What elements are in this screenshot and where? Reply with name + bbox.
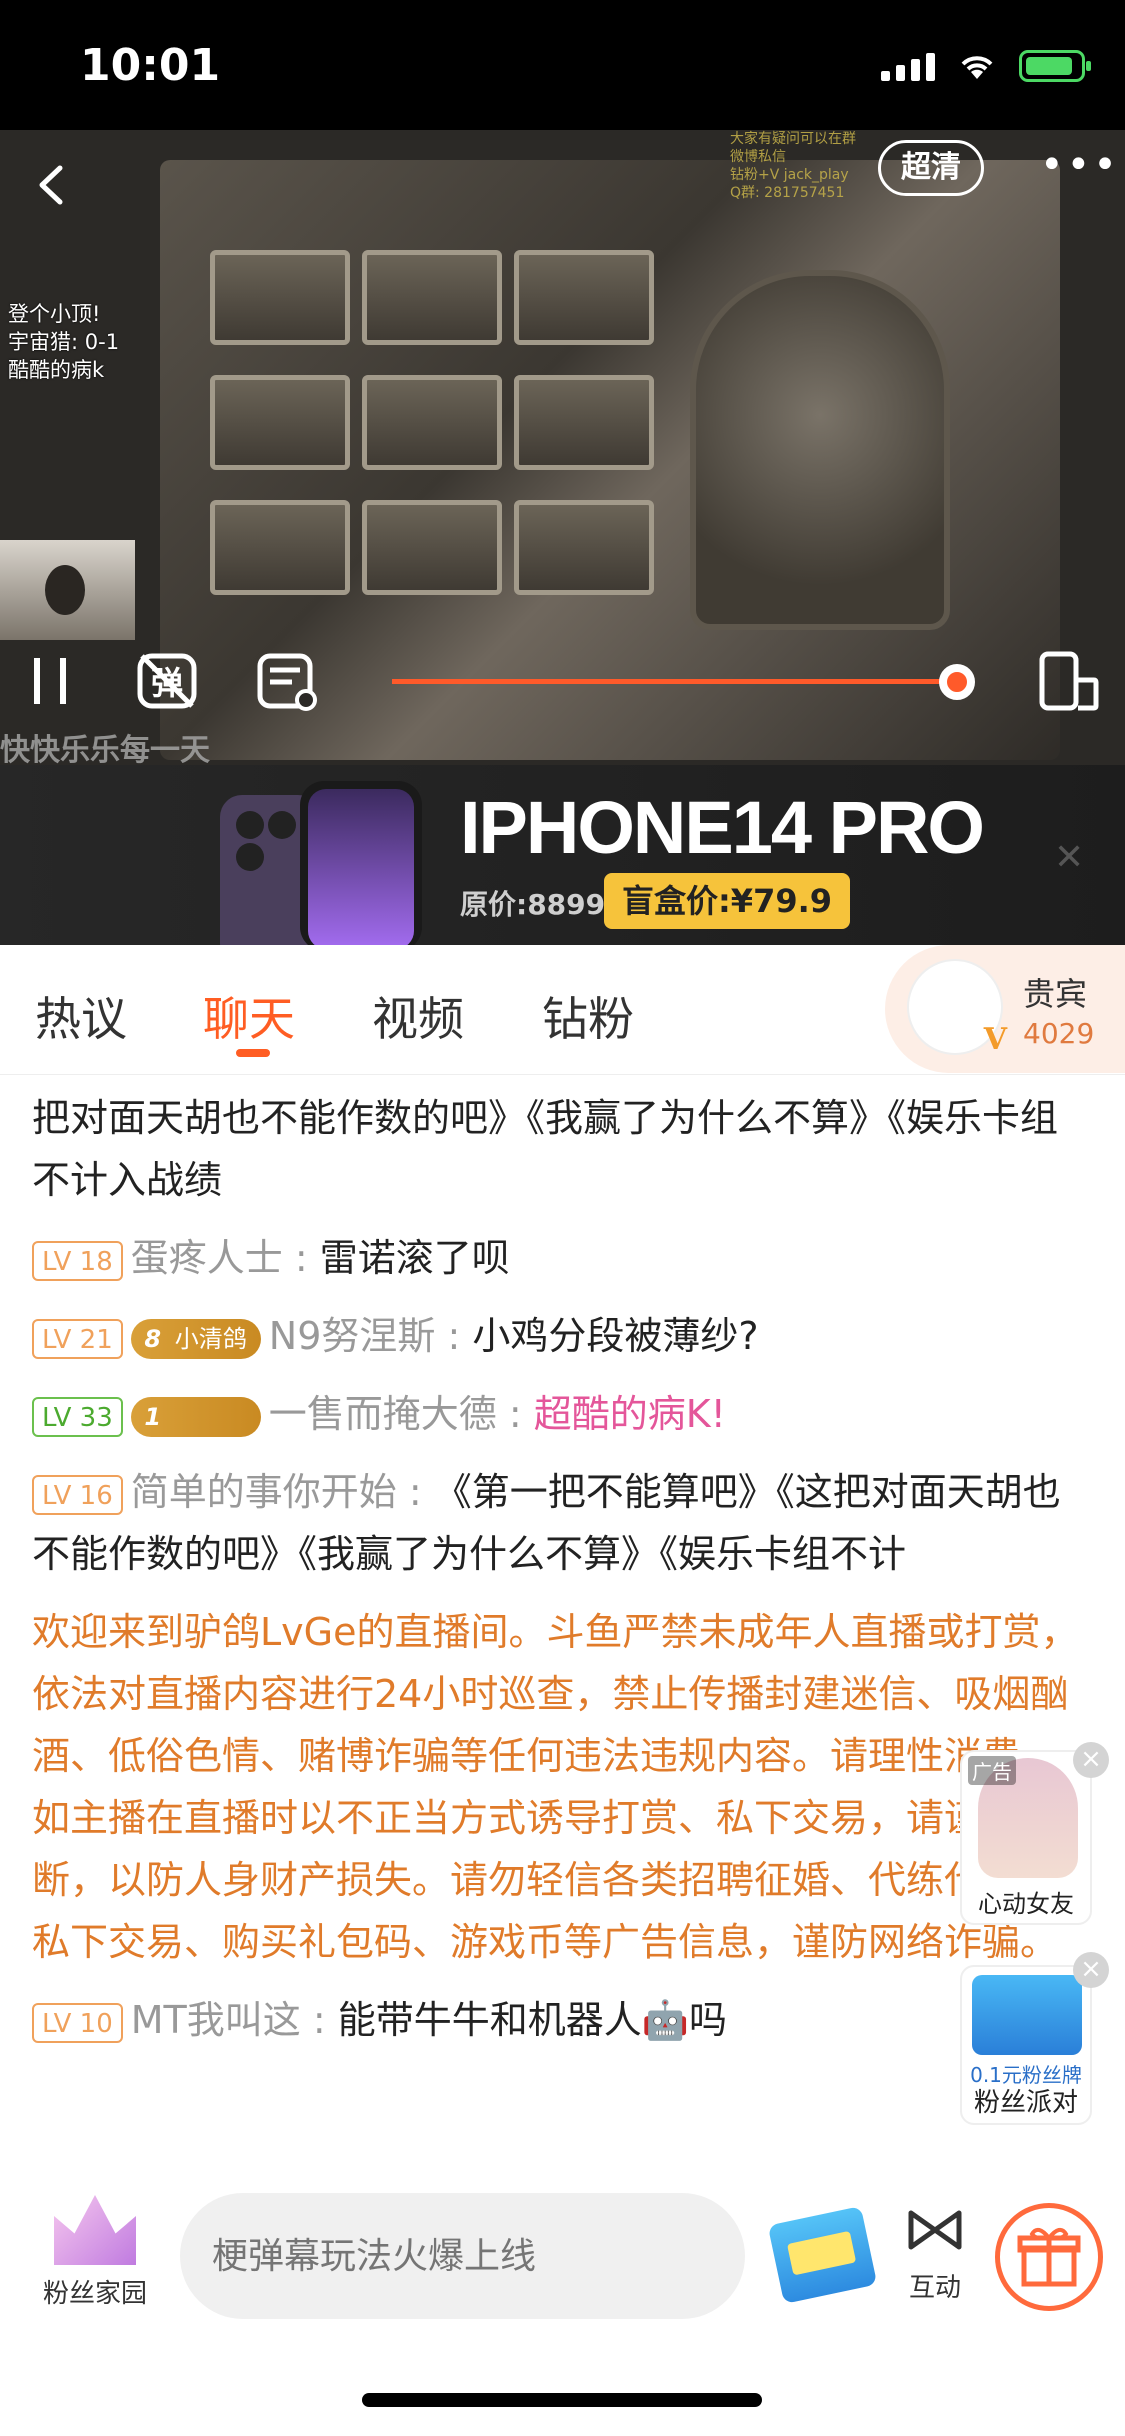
- battery-icon: [1019, 50, 1091, 82]
- quality-button[interactable]: 超清: [878, 140, 984, 196]
- username[interactable]: 蛋疼人士: [131, 1236, 283, 1280]
- girlfriend-ad-widget[interactable]: 广告 心动女友: [960, 1750, 1092, 1925]
- status-icons: [881, 50, 1091, 82]
- username[interactable]: 一售而掩大德: [269, 1392, 497, 1436]
- close-icon[interactable]: ×: [1073, 1742, 1109, 1778]
- tab-diamond-fans[interactable]: 钻粉: [542, 983, 634, 1049]
- rotate-screen-icon[interactable]: [1038, 650, 1100, 712]
- fan-badge: 8 小清鸽: [130, 1318, 261, 1359]
- bow-icon: [908, 2210, 962, 2250]
- pause-icon[interactable]: [20, 650, 82, 712]
- ad-tag: 广告: [968, 1756, 1016, 1785]
- wifi-icon: [961, 56, 993, 79]
- chat-message: LV 21 8 小清鸽 N9努涅斯 : 小鸡分段被薄纱?: [32, 1305, 1093, 1367]
- level-badge: LV 33: [32, 1396, 123, 1437]
- chat-message: LV 16 简单的事你开始 : 《第一把不能算吧》《这把对面天胡也不能作数的吧》《…: [32, 1470, 1061, 1576]
- note-line: 微博私信: [730, 149, 786, 165]
- note-line: 大家有疑问可以在群: [730, 131, 856, 147]
- danmaku-settings-icon[interactable]: [256, 650, 318, 712]
- tab-hot[interactable]: 热议: [35, 983, 127, 1049]
- system-notice: 欢迎来到驴鸽LvGe的直播间。斗鱼严禁未成年人直播或打赏，依法对直播内容进行24…: [32, 1610, 1079, 1964]
- player-controls: 弹: [0, 650, 1125, 730]
- username[interactable]: MT我叫这: [131, 1998, 301, 2042]
- message-text: 雷诺滚了呗: [319, 1236, 510, 1280]
- level-badge: LV 18: [32, 1240, 123, 1281]
- ad-title: IPHONE14 PRO: [460, 786, 985, 869]
- fan-badge-level: 8: [144, 1324, 162, 1353]
- more-icon[interactable]: •••: [1040, 145, 1117, 190]
- vip-avatar: [907, 959, 1007, 1057]
- note-line: Q群: 281757451: [730, 185, 845, 201]
- overlay-line: 宇宙猎: 0-1: [8, 330, 120, 354]
- message-text: 把对面天胡也不能作数的吧》《我赢了为什么不算》《娱乐卡组不计入战绩: [32, 1096, 1059, 1202]
- stream-caption: 快快乐乐每一天: [0, 733, 210, 765]
- level-badge: LV 10: [32, 2002, 123, 2043]
- video-player[interactable]: 登个小顶! 宇宙猎: 0-1 酷酷的病k 大家有疑问可以在群 微博私信 钻粉+V…: [0, 130, 1125, 765]
- progress-bar[interactable]: [392, 664, 975, 700]
- danmaku-toggle[interactable]: 弹: [136, 650, 198, 712]
- iphone-image: [220, 781, 422, 945]
- status-bar: 10:01: [0, 0, 1125, 130]
- status-time: 10:01: [80, 40, 221, 91]
- vip-count: 4029: [1023, 1017, 1095, 1050]
- streamer-camera: [0, 540, 135, 640]
- message-text: 能带牛牛和机器人🤖吗: [337, 1998, 728, 2042]
- note-line: 钻粉+V jack_play: [730, 167, 849, 183]
- ad-box-price: 盲盒价:¥79.9: [604, 873, 851, 929]
- screen: 10:01 登个小顶! 宇宙猎: 0-1 酷酷的病k 大家有疑问可以在群 微博私…: [0, 0, 1125, 2436]
- game-portal: [690, 270, 950, 630]
- interact-label: 互动: [908, 2273, 961, 2303]
- stream-overlay-text: 登个小顶! 宇宙猎: 0-1 酷酷的病k: [8, 300, 119, 384]
- room-tabs: 热议 聊天 视频 钻粉 贵宾 4029: [0, 945, 1125, 1075]
- overlay-line: 登个小顶!: [8, 302, 101, 326]
- ad-banner[interactable]: IPHONE14 PRO 原价:8899 盲盒价:¥79.9 ✕: [0, 765, 1125, 945]
- fan-badge-image: [972, 1975, 1082, 2055]
- fan-home-label: 粉丝家园: [42, 2279, 147, 2309]
- signal-icon: [881, 51, 935, 81]
- message-text: 小鸡分段被薄纱?: [472, 1314, 759, 1358]
- chat-message: LV 33 14 小清鸽一售而掩大德 : 超酷的病K!: [32, 1383, 1093, 1471]
- back-icon[interactable]: [28, 160, 78, 210]
- gift-icon: [1017, 2227, 1081, 2287]
- vip-panel[interactable]: 贵宾 4029: [885, 945, 1125, 1073]
- progress-knob[interactable]: [939, 664, 975, 700]
- vip-label: 贵宾: [1023, 975, 1088, 1013]
- chat-list[interactable]: 把对面天胡也不能作数的吧》《我赢了为什么不算》《娱乐卡组不计入战绩 LV 18 蛋…: [0, 1075, 1125, 2165]
- tab-video[interactable]: 视频: [372, 983, 464, 1049]
- fan-ticket-icon[interactable]: [767, 2205, 878, 2305]
- username[interactable]: N9努涅斯: [269, 1314, 436, 1358]
- message-text: 超酷的病K!: [533, 1392, 726, 1436]
- fan-party-widget[interactable]: 0.1元粉丝牌 粉丝派对: [960, 1965, 1092, 2125]
- close-icon[interactable]: ✕: [1054, 837, 1084, 878]
- home-indicator: [362, 2393, 762, 2407]
- widget-label: 粉丝派对: [973, 2088, 1078, 2118]
- tab-chat[interactable]: 聊天: [203, 983, 295, 1049]
- level-badge: LV 21: [32, 1318, 123, 1359]
- chat-input[interactable]: [180, 2193, 745, 2319]
- username[interactable]: 简单的事你开始: [131, 1470, 397, 1514]
- fan-badge: 14 小清鸽: [130, 1396, 261, 1471]
- chat-message: LV 10 MT我叫这 : 能带牛牛和机器人🤖吗: [32, 1989, 1093, 2051]
- stream-notes: 大家有疑问可以在群 微博私信 钻粉+V jack_play Q群: 281757…: [730, 130, 856, 202]
- level-badge: LV 16: [32, 1474, 123, 1515]
- crown-icon: [54, 2195, 136, 2265]
- fan-home-button[interactable]: 粉丝家园: [30, 2195, 160, 2325]
- ad-original-price: 原价:8899: [460, 888, 606, 921]
- card-grid: [210, 250, 654, 595]
- danmaku-toggle-label: 弹: [150, 664, 183, 702]
- fan-badge-name: 小清鸽: [174, 1324, 247, 1353]
- close-icon[interactable]: ×: [1073, 1952, 1109, 1988]
- interact-button[interactable]: 互动: [895, 2205, 975, 2304]
- chat-message: 把对面天胡也不能作数的吧》《我赢了为什么不算》《娱乐卡组不计入战绩: [32, 1087, 1093, 1211]
- gift-button[interactable]: [995, 2203, 1103, 2311]
- overlay-line: 酷酷的病k: [8, 358, 105, 382]
- widget-label: 心动女友: [978, 1890, 1074, 1918]
- chat-message: LV 18 蛋疼人士 : 雷诺滚了呗: [32, 1227, 1093, 1289]
- progress-fill: [392, 679, 957, 684]
- tab-indicator: [236, 1049, 270, 1057]
